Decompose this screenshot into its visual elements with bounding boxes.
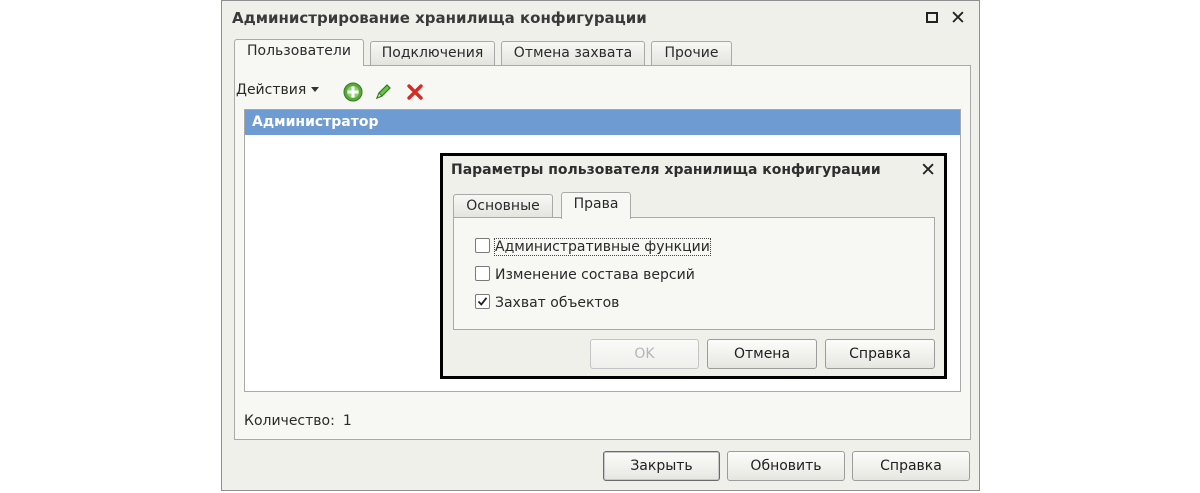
- maximize-icon[interactable]: [921, 7, 943, 29]
- capture-objects-label: Захват объектов: [495, 295, 620, 311]
- delete-icon[interactable]: [404, 81, 426, 103]
- admin-functions-label: Административные функции: [494, 238, 711, 256]
- count-label: Количество:: [244, 413, 335, 429]
- refresh-button[interactable]: Обновить: [727, 451, 845, 481]
- dialog-title: Параметры пользователя хранилища конфигу…: [451, 162, 881, 178]
- ok-button[interactable]: OK: [590, 339, 699, 369]
- users-count: Количество: 1: [244, 413, 352, 429]
- tab-connections[interactable]: Подключения: [370, 41, 495, 65]
- edit-icon[interactable]: [372, 81, 394, 103]
- tab-users[interactable]: Пользователи: [234, 39, 364, 66]
- dropdown-caret-icon: [311, 87, 320, 92]
- tab-other[interactable]: Прочие: [651, 41, 732, 65]
- rights-option-capture[interactable]: Захват объектов: [475, 294, 619, 314]
- actions-menu[interactable]: Действия: [236, 82, 320, 98]
- help-button[interactable]: Справка: [852, 451, 970, 481]
- checkbox-change-versions[interactable]: [475, 266, 490, 281]
- rights-option-admin[interactable]: Административные функции: [475, 238, 711, 258]
- count-value: 1: [342, 413, 352, 429]
- actions-label: Действия: [236, 82, 307, 98]
- check-icon: [477, 297, 488, 306]
- close-icon[interactable]: ✕: [920, 159, 936, 181]
- tab-rights[interactable]: Права: [561, 192, 631, 219]
- tab-main[interactable]: Основные: [453, 194, 553, 218]
- title-bar: Администрирование хранилища конфигурации…: [222, 1, 979, 37]
- checkbox-admin-functions[interactable]: [475, 238, 490, 253]
- rights-option-versions[interactable]: Изменение состава версий: [475, 266, 695, 286]
- close-icon[interactable]: ✕: [947, 7, 969, 29]
- change-versions-label: Изменение состава версий: [495, 267, 695, 283]
- close-button[interactable]: Закрыть: [603, 451, 720, 481]
- window-title: Администрирование хранилища конфигурации: [232, 9, 647, 27]
- user-params-dialog: Параметры пользователя хранилища конфигу…: [440, 153, 947, 379]
- cancel-button[interactable]: Отмена: [707, 339, 817, 369]
- add-icon[interactable]: [342, 81, 364, 103]
- checkbox-capture-objects[interactable]: [475, 294, 490, 309]
- list-item[interactable]: Администратор: [245, 110, 960, 135]
- dialog-help-button[interactable]: Справка: [825, 339, 935, 369]
- tab-capture-cancel[interactable]: Отмена захвата: [501, 41, 645, 65]
